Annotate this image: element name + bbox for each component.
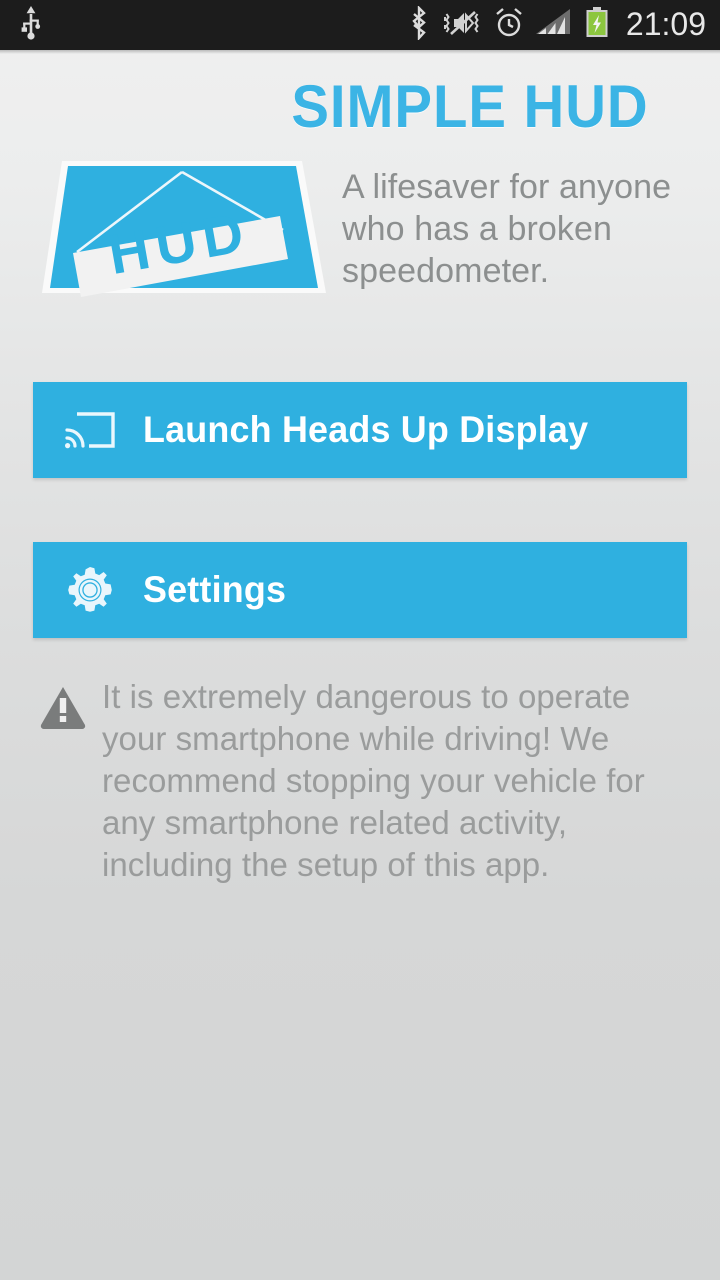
app-screen: 21:09 SIMPLE HUD HUD A lifesaver for any… [0, 0, 720, 1280]
launch-button-label: Launch Heads Up Display [143, 409, 589, 450]
status-bar[interactable]: 21:09 [0, 0, 720, 50]
safety-warning-text: It is extremely dangerous to operate you… [102, 678, 645, 883]
header-row: HUD A lifesaver for anyone who has a bro… [0, 152, 720, 302]
status-bar-clock: 21:09 [625, 6, 706, 42]
cast-screen-icon [59, 408, 121, 452]
alarm-clock-icon [494, 6, 524, 45]
battery-charging-icon [584, 6, 610, 45]
status-bar-left-icons [18, 5, 44, 45]
page-title: SIMPLE HUD [291, 73, 649, 140]
settings-button-label: Settings [143, 569, 287, 610]
cellular-signal-icon [535, 6, 572, 45]
app-tagline: A lifesaver for anyone who has a broken … [342, 168, 672, 290]
warning-triangle-icon [38, 684, 88, 735]
settings-button[interactable]: Settings [33, 542, 687, 638]
safety-warning: It is extremely dangerous to operate you… [0, 676, 720, 886]
status-bar-right-icons: 21:09 [408, 4, 706, 45]
bluetooth-icon [408, 4, 430, 45]
usb-icon [18, 5, 44, 45]
gear-icon [59, 564, 121, 616]
sound-muted-vibrate-icon [442, 6, 482, 45]
launch-heads-up-display-button[interactable]: Launch Heads Up Display [33, 382, 687, 478]
status-bar-shadow [0, 50, 720, 54]
hud-windshield-logo: HUD [34, 152, 334, 302]
